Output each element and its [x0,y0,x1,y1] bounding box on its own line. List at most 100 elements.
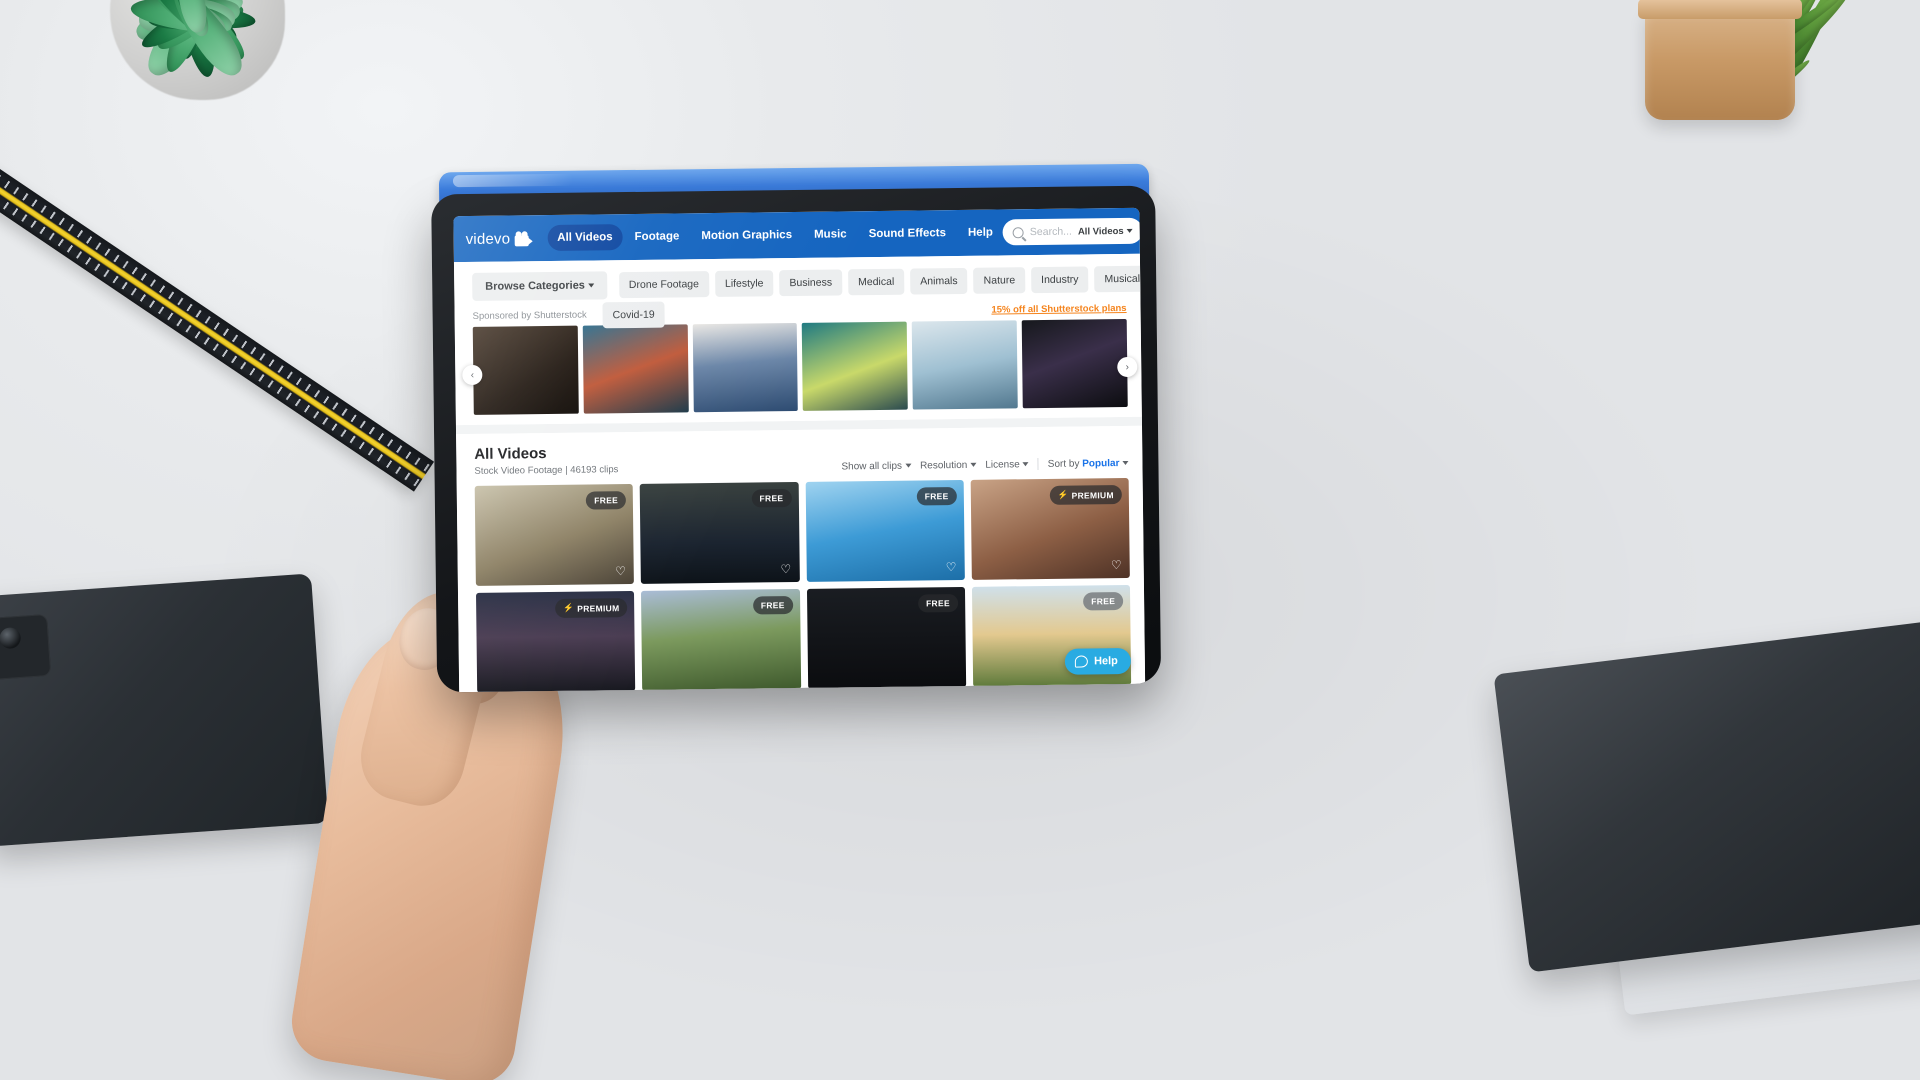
nav-link-music[interactable]: Music [804,221,857,248]
sponsored-carousel: ‹ › [454,316,1142,426]
sponsored-label: Sponsored by Shutterstock [472,309,587,322]
category-chip-musical[interactable]: Musical [1094,265,1141,293]
badge-label: FREE [924,491,949,502]
video-card[interactable]: ⚡ PREMIUM [475,590,636,693]
badge-premium: ⚡ PREMIUM [1049,485,1122,505]
browse-categories-dropdown[interactable]: Browse Categories [472,271,608,301]
category-chip-business[interactable]: Business [779,269,843,297]
filter-separator [1037,458,1039,471]
sponsored-thumbnail[interactable] [912,320,1018,410]
category-chip-bar: Browse Categories Drone Footage Lifestyle… [453,253,1141,311]
carousel-next-button[interactable]: › [1117,356,1138,378]
folio-camera-cutout [0,613,52,680]
badge-label: FREE [594,495,619,506]
carousel-prev-button[interactable]: ‹ [462,364,483,386]
sponsored-thumbnail[interactable] [472,325,579,415]
video-card[interactable]: FREE [641,588,801,691]
logo-text: videvo [465,229,511,248]
category-chip-nature[interactable]: Nature [973,267,1026,294]
results-header: All Videos Stock Video Footage | 46193 c… [456,425,1143,487]
shutterstock-promo-link[interactable]: 15% off all Shutterstock plans [991,303,1126,316]
desk-photo-scene: videvo All Videos Footage Motion Graphics M… [0,0,1920,1080]
sort-by-value: Popular [1082,457,1120,470]
filter-show-all-clips[interactable]: Show all clips [841,460,912,472]
search-scope-dropdown[interactable]: All Videos [1078,225,1133,237]
sort-by-label: Sort by [1047,458,1080,470]
badge-free: FREE [917,594,959,613]
badge-label: FREE [1091,596,1116,607]
potted-plant-top-right [1570,0,1900,220]
tablet-device: videvo All Videos Footage Motion Graphics M… [431,163,1162,693]
chevron-down-icon [905,463,912,468]
nav-link-motion-graphics[interactable]: Motion Graphics [691,222,802,249]
badge-free: FREE [916,487,957,506]
results-count: Stock Video Footage | 46193 clips [474,464,619,477]
site-top-navigation: videvo All Videos Footage Motion Graphics M… [453,207,1143,263]
sponsored-thumbnail[interactable] [692,322,799,413]
filter-resolution[interactable]: Resolution [919,459,977,471]
laptop-bottom-right [1493,617,1920,973]
plant-pot-wood [1638,0,1802,120]
badge-free: FREE [751,489,792,508]
filter-label: Show all clips [841,460,903,472]
chevron-down-icon [1122,460,1129,465]
succulent-plant-top-left [0,0,320,215]
search-box[interactable]: Search... All Videos [1002,217,1143,246]
category-chip-animals[interactable]: Animals [910,267,968,295]
chevron-down-icon [587,283,594,288]
tablet-screen: videvo All Videos Footage Motion Graphics M… [453,207,1146,693]
badge-premium: ⚡ PREMIUM [555,598,628,618]
movie-camera-icon [514,230,533,246]
sponsored-thumbnail[interactable] [582,324,689,414]
badge-label: PREMIUM [1071,489,1114,501]
nav-link-sound-effects[interactable]: Sound Effects [858,220,956,247]
badge-label: FREE [925,598,950,609]
filter-label: Resolution [919,459,968,471]
lightning-bolt-icon: ⚡ [563,602,575,613]
chevron-down-icon [1022,462,1029,467]
favorite-heart-icon[interactable]: ♡ [1111,558,1122,572]
video-card[interactable]: FREE ♡ [639,481,800,584]
category-chip-covid19[interactable]: Covid-19 [602,301,665,329]
filter-controls: Show all clips Resolution License Sort by P… [841,457,1129,473]
badge-label: PREMIUM [577,602,620,614]
filter-sort-by[interactable]: Sort by Popular [1048,457,1129,469]
video-card[interactable]: FREE ♡ [474,483,635,586]
tablet-folio-case [0,573,329,847]
search-scope-label: All Videos [1077,225,1124,238]
nav-link-help[interactable]: Help [958,219,1003,246]
favorite-heart-icon[interactable]: ♡ [946,560,957,574]
category-chip-drone-footage[interactable]: Drone Footage [618,271,710,299]
search-input[interactable]: Search... [1030,226,1072,239]
page-title: All Videos [474,445,547,463]
filter-label: License [985,458,1020,471]
site-logo[interactable]: videvo [466,230,534,248]
video-card[interactable]: FREE ♡ [805,479,965,582]
browse-categories-label: Browse Categories [485,279,585,293]
badge-label: FREE [760,600,785,611]
help-chat-button[interactable]: Help [1064,647,1132,675]
badge-free: FREE [752,596,793,615]
favorite-heart-icon[interactable]: ♡ [780,562,791,576]
badge-free: FREE [586,491,627,510]
nav-link-footage[interactable]: Footage [624,223,689,250]
video-card[interactable]: FREE [806,586,966,689]
badge-free: FREE [1083,592,1124,611]
carousel-track [455,318,1142,415]
chevron-down-icon [1126,228,1133,233]
category-chips: Drone Footage Lifestyle Business Medical Ani… [618,264,1141,299]
category-chip-medical[interactable]: Medical [847,268,905,296]
lightning-bolt-icon: ⚡ [1057,489,1069,500]
nav-link-all-videos[interactable]: All Videos [547,224,623,252]
search-icon [1012,226,1024,238]
sponsored-thumbnail[interactable] [1021,318,1128,409]
primary-nav-links: All Videos Footage Motion Graphics Music Sou… [547,219,1003,252]
category-chip-lifestyle[interactable]: Lifestyle [714,270,774,297]
favorite-heart-icon[interactable]: ♡ [615,564,626,578]
sponsored-thumbnail[interactable] [802,321,909,411]
chevron-down-icon [970,462,977,467]
badge-label: FREE [759,493,784,504]
category-chip-industry[interactable]: Industry [1030,266,1089,294]
filter-license[interactable]: License [985,458,1029,471]
video-card[interactable]: ⚡ PREMIUM ♡ [970,477,1130,580]
